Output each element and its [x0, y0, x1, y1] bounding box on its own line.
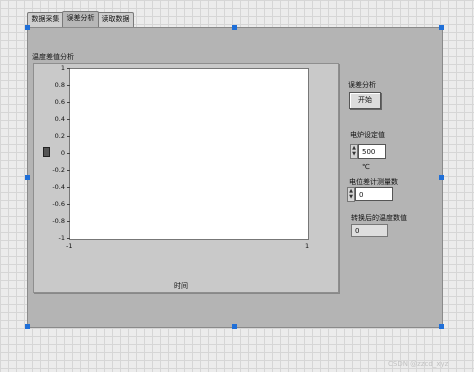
resize-handle[interactable]: [439, 175, 444, 180]
y-tick-mark: [67, 153, 70, 154]
chart-title: 温度差值分析: [32, 53, 74, 61]
furnace-spin-buttons[interactable]: ▲ ▼: [350, 144, 358, 159]
resize-handle[interactable]: [25, 175, 30, 180]
y-tick-label: -0.6: [52, 200, 65, 208]
y-tick-mark: [67, 204, 70, 205]
y-tick-label: -0.2: [52, 166, 65, 174]
resize-handle[interactable]: [25, 25, 30, 30]
potentiometer-label: 电位差计测量数: [349, 178, 398, 186]
y-tick-mark: [67, 238, 70, 239]
y-tick-mark: [67, 221, 70, 222]
y-tick-label: 0: [60, 149, 65, 157]
y-tick-label: 1: [60, 64, 65, 72]
y-tick-label: 0.4: [54, 115, 65, 123]
potentiometer-spin-buttons[interactable]: ▲ ▼: [347, 187, 355, 202]
tab-panel: 温度差值分析 1 0.8 0.6 0.4 0.2 0 -0.2 -0.4 -0.…: [27, 27, 443, 328]
x-tick-label: -1: [66, 242, 73, 250]
y-tick-mark: [67, 187, 70, 188]
tab-data-acquisition[interactable]: 数据采集: [27, 12, 64, 27]
y-tick-label: -0.4: [52, 183, 65, 191]
resize-handle[interactable]: [439, 25, 444, 30]
resize-handle[interactable]: [25, 324, 30, 329]
x-axis-title: 时间: [174, 282, 188, 290]
tab-read-data[interactable]: 读取数据: [97, 12, 134, 27]
y-tick-label: 0.8: [54, 81, 65, 89]
y-tick-mark: [67, 170, 70, 171]
y-tick-label: 0.2: [54, 132, 65, 140]
y-tick-label: -0.8: [52, 217, 65, 225]
converted-temp-label: 转换后的温度数值: [351, 214, 407, 222]
furnace-setpoint-input[interactable]: 500 ℃: [358, 144, 386, 171]
y-tick-mark: [67, 119, 70, 120]
x-tick-label: 1: [305, 242, 310, 250]
y-tick-label: 0.6: [54, 98, 65, 106]
waveform-chart: 1 0.8 0.6 0.4 0.2 0 -0.2 -0.4 -0.6 -0.8 …: [33, 63, 339, 293]
resize-handle[interactable]: [232, 324, 237, 329]
potentiometer-input[interactable]: 0: [355, 187, 393, 201]
resize-handle[interactable]: [439, 324, 444, 329]
converted-temp-indicator: 0: [351, 224, 388, 237]
resize-handle[interactable]: [232, 25, 237, 30]
start-button[interactable]: 开始: [349, 92, 381, 109]
furnace-setpoint-label: 电炉设定值: [350, 131, 385, 139]
error-analysis-label: 误差分析: [348, 81, 376, 89]
y-tick-mark: [67, 68, 70, 69]
y-tick-label: -1: [58, 234, 65, 242]
y-tick-mark: [67, 136, 70, 137]
y-tick-mark: [67, 85, 70, 86]
plot-area: [69, 68, 309, 240]
tab-error-analysis[interactable]: 误差分析: [62, 11, 99, 27]
y-tick-mark: [67, 102, 70, 103]
watermark: CSDN @zzcd_xyz: [388, 360, 449, 368]
